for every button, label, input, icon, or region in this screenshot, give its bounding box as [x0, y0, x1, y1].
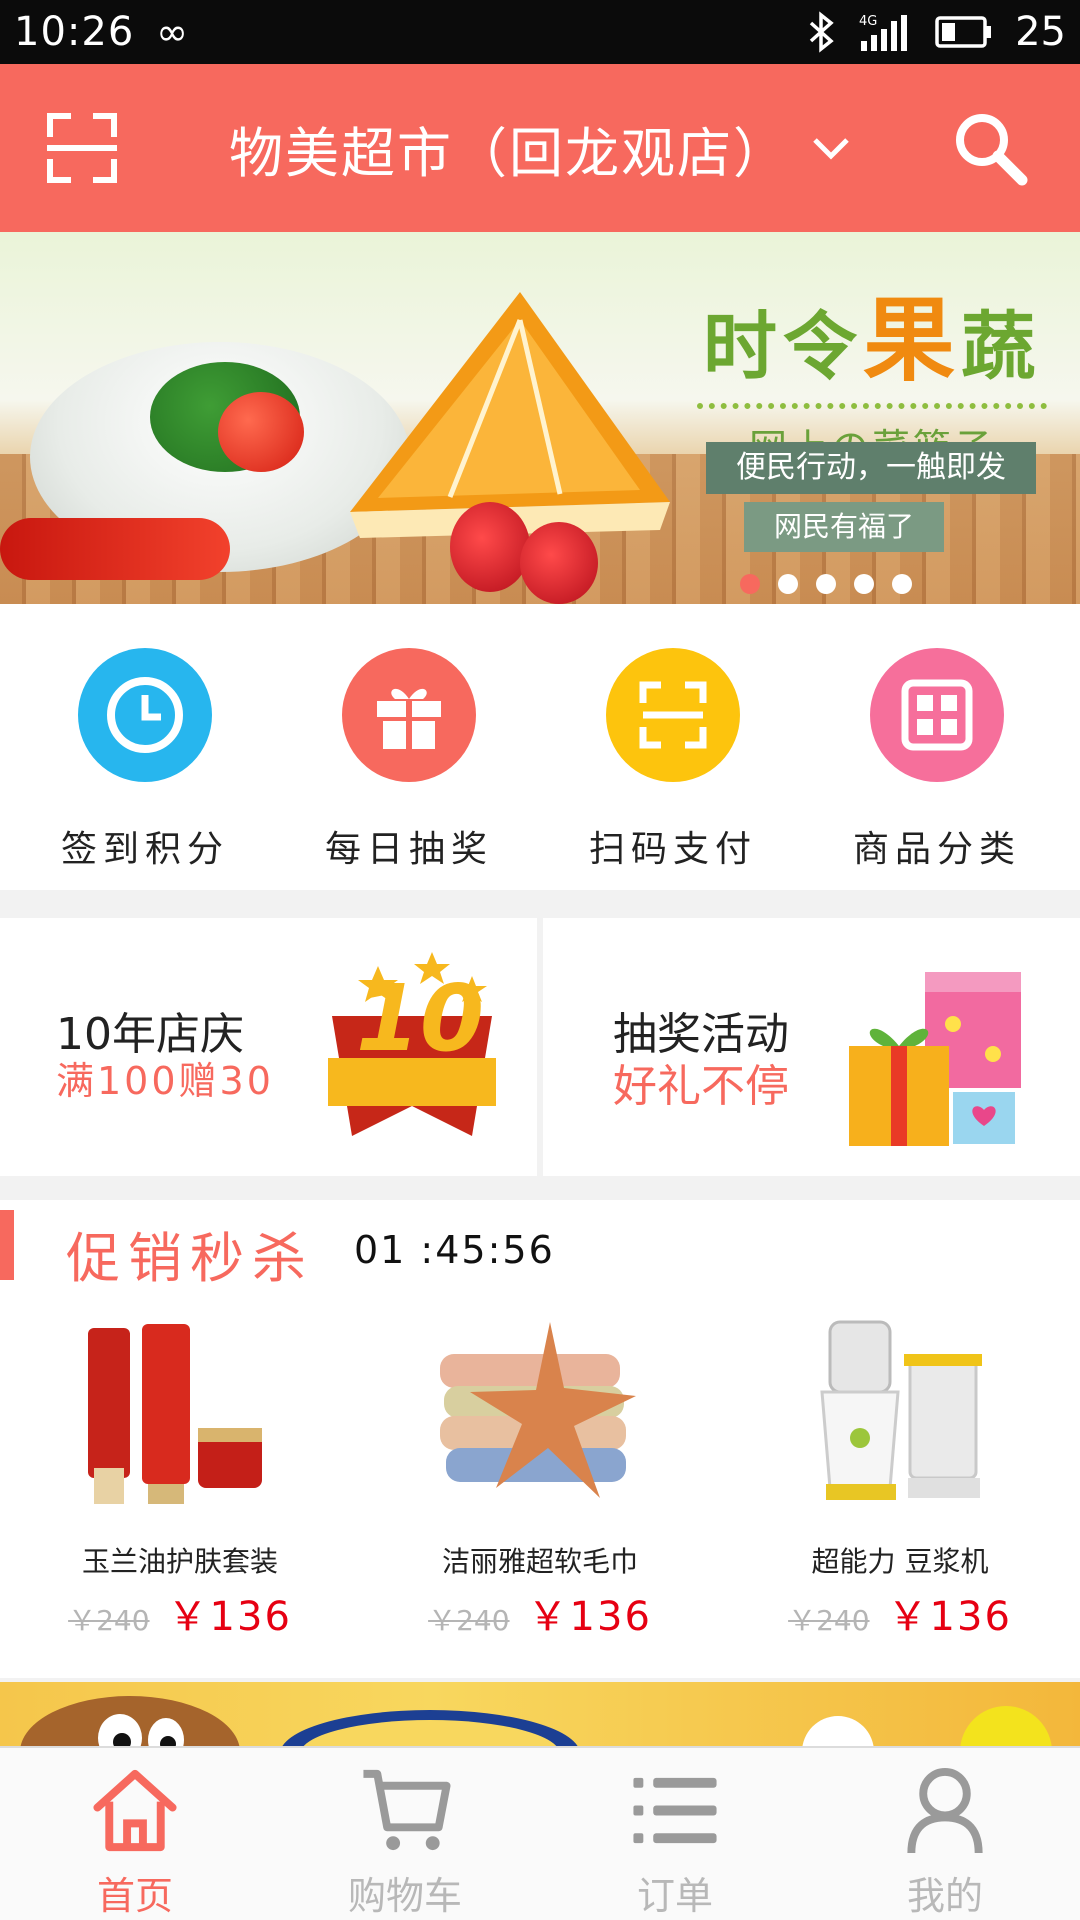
search-icon — [956, 114, 1028, 186]
signal-icon: 4G — [859, 14, 908, 51]
promo-card-anniversary[interactable]: 10年店庆 满100赠30 10 — [0, 918, 537, 1176]
headline-left: 时令 — [702, 304, 863, 390]
home-icon — [93, 1769, 177, 1852]
quick-menu: 签到积分 每日抽奖 扫码支付 商品分类 — [0, 604, 1080, 890]
quick-item-lottery[interactable]: 每日抽奖 — [304, 648, 514, 890]
product-old-price: ￥240 — [428, 1604, 510, 1637]
pepper-image — [0, 518, 230, 580]
banner-indicators — [740, 574, 912, 594]
tab-orders[interactable]: 订单 — [540, 1748, 810, 1920]
store-selector[interactable]: 物美超市（回龙观店） — [229, 109, 851, 188]
product-card[interactable]: 洁丽雅超软毛巾 ￥240 ￥136 — [360, 1318, 720, 1658]
bottom-tab-bar: 首页 购物车 订单 我的 — [0, 1746, 1080, 1920]
banner-headline: 时令果蔬 — [692, 266, 1052, 399]
strawberry-image — [450, 502, 530, 592]
flash-sale-countdown: 01 :45:56 — [354, 1228, 555, 1272]
banner-tag-2: 网民有福了 — [744, 502, 944, 552]
quick-icon-circle — [870, 648, 1004, 782]
section-marker — [0, 1210, 14, 1280]
grid-icon — [901, 679, 973, 751]
product-price: ￥136 — [887, 1594, 1012, 1640]
battery-icon — [935, 16, 992, 48]
product-price: ￥136 — [527, 1594, 652, 1640]
quick-item-checkin[interactable]: 签到积分 — [40, 648, 250, 890]
quick-item-label: 扫码支付 — [588, 829, 757, 870]
app-header: 物美超市（回龙观店） — [0, 64, 1080, 232]
soymilk-maker-image — [820, 1320, 982, 1500]
promo-banner[interactable]: 时令果蔬 网上の菜篮子 便民行动，一触即发 网民有福了 — [0, 232, 1080, 604]
strawberry-image — [520, 522, 598, 604]
product-old-price: ￥240 — [68, 1604, 150, 1637]
quick-item-label: 每日抽奖 — [324, 829, 493, 870]
tab-label: 订单 — [636, 1874, 713, 1918]
flash-sale-section: 促销秒杀 01 :45:56 玉兰油护肤套装 ￥240 ￥136 洁丽雅超软毛巾… — [0, 1200, 1080, 1678]
banner-divider — [697, 403, 1047, 409]
clock-icon — [107, 677, 183, 753]
scan-pay-icon — [639, 681, 707, 749]
status-icons: 4G 25 — [807, 9, 1066, 55]
quick-item-label: 商品分类 — [852, 829, 1021, 870]
product-name: 洁丽雅超软毛巾 — [441, 1545, 638, 1578]
quick-item-label: 签到积分 — [60, 829, 229, 870]
promo-cards: 10年店庆 满100赠30 10 抽奖活动 好礼不停 — [0, 918, 1080, 1176]
bluetooth-icon — [809, 11, 834, 53]
indicator-dot[interactable] — [778, 574, 798, 594]
user-icon — [907, 1767, 983, 1854]
product-old-price: ￥240 — [788, 1604, 870, 1637]
headline-accent: 果 — [862, 287, 961, 394]
screen: 10:26 ∞ 4G 25 物美超市（回龙观店） 时令果蔬 便民行动，一触即发 … — [0, 0, 1080, 1920]
network-type: 4G — [859, 14, 877, 29]
product-price: ￥136 — [167, 1594, 292, 1640]
ad-banner-strip[interactable] — [0, 1682, 1080, 1746]
cart-icon — [363, 1769, 451, 1851]
tab-label: 我的 — [906, 1874, 983, 1918]
product-card[interactable]: 玉兰油护肤套装 ￥240 ￥136 — [0, 1318, 360, 1658]
promo-subtitle: 满100赠30 — [56, 1059, 274, 1103]
tab-home[interactable]: 首页 — [0, 1748, 270, 1920]
quick-item-categories[interactable]: 商品分类 — [832, 648, 1042, 890]
promo-subtitle: 好礼不停 — [613, 1061, 789, 1112]
product-prices: ￥240 ￥136 — [720, 1584, 1080, 1642]
banner-tag-1: 便民行动，一触即发 — [706, 442, 1036, 494]
headline-right: 蔬 — [961, 304, 1041, 390]
gift-boxes-image — [849, 972, 1021, 1146]
anniversary-badge-image: 10 — [328, 952, 496, 1136]
product-name: 超能力 豆浆机 — [811, 1545, 989, 1578]
product-card[interactable]: 超能力 豆浆机 ￥240 ￥136 — [720, 1318, 1080, 1658]
scan-icon — [47, 113, 117, 183]
product-prices: ￥240 ￥136 — [360, 1584, 720, 1642]
list-icon — [633, 1777, 717, 1844]
flash-sale-products: 玉兰油护肤套装 ￥240 ￥136 洁丽雅超软毛巾 ￥240 ￥136 超能力 … — [0, 1318, 1080, 1658]
indicator-dot[interactable] — [854, 574, 874, 594]
status-time: 10:26 — [14, 9, 135, 55]
quick-icon-circle — [78, 648, 212, 782]
store-name: 物美超市（回龙观店） — [229, 121, 789, 185]
tab-label: 购物车 — [347, 1874, 462, 1918]
battery-level: 25 — [1015, 9, 1066, 55]
search-button[interactable] — [950, 108, 1030, 188]
quick-icon-circle — [342, 648, 476, 782]
gift-icon — [377, 688, 441, 749]
product-name: 玉兰油护肤套装 — [81, 1545, 278, 1578]
tab-label: 首页 — [96, 1874, 173, 1918]
product-prices: ￥240 ￥136 — [0, 1584, 360, 1642]
towels-starfish-image — [440, 1322, 636, 1498]
indicator-dot[interactable] — [740, 574, 760, 594]
scan-button[interactable] — [46, 112, 118, 184]
quick-item-scan-pay[interactable]: 扫码支付 — [568, 648, 778, 890]
indicator-dot[interactable] — [816, 574, 836, 594]
ad-artwork-image — [20, 1696, 1052, 1746]
promo-card-lottery[interactable]: 抽奖活动 好礼不停 — [543, 918, 1080, 1176]
tab-cart[interactable]: 购物车 — [270, 1748, 540, 1920]
quick-icon-circle — [606, 648, 740, 782]
skincare-set-image — [88, 1324, 262, 1504]
status-bar: 10:26 ∞ 4G 25 — [0, 0, 1080, 64]
chevron-down-icon — [813, 138, 849, 160]
indicator-dot[interactable] — [892, 574, 912, 594]
flash-sale-title: 促销秒杀 — [66, 1227, 314, 1290]
tab-profile[interactable]: 我的 — [810, 1748, 1080, 1920]
infinity-icon: ∞ — [156, 10, 188, 54]
